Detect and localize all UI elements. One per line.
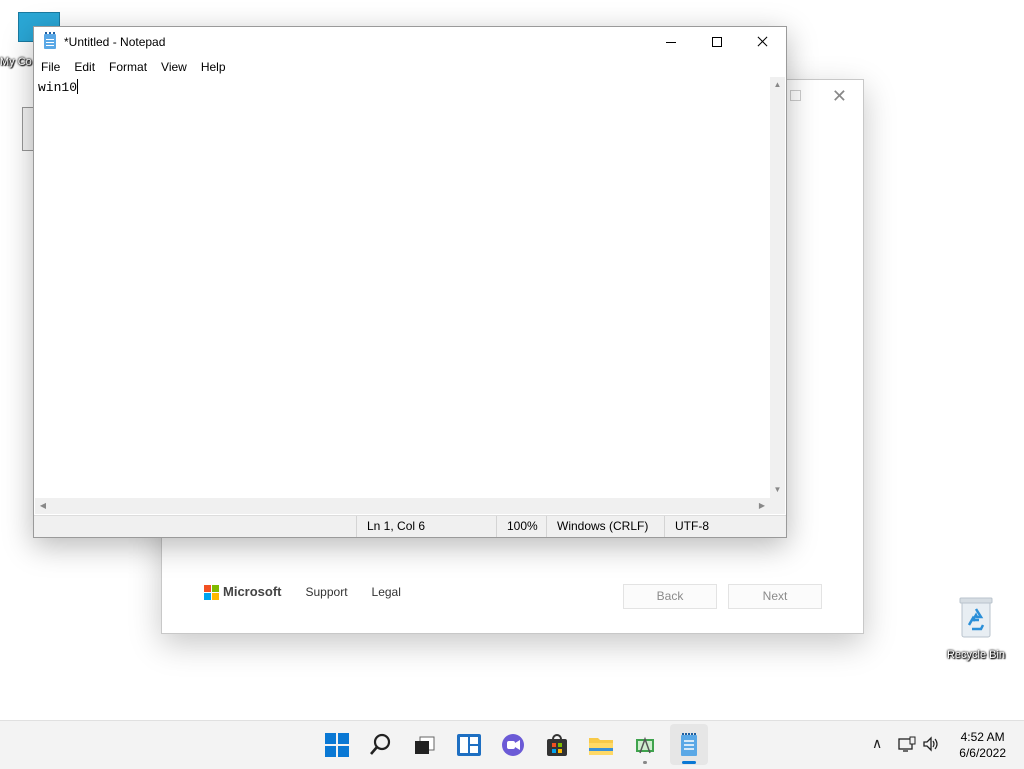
status-bar: Ln 1, Col 6 100% Windows (CRLF) UTF-8	[34, 515, 786, 537]
chevron-up-icon[interactable]: ∧	[872, 735, 882, 752]
next-button[interactable]: Next	[728, 584, 822, 609]
text-editor[interactable]: win10	[35, 77, 770, 498]
file-explorer-icon[interactable]	[587, 731, 615, 759]
store-icon[interactable]	[543, 731, 571, 759]
minimize-button[interactable]	[648, 27, 694, 57]
scroll-up-icon[interactable]: ▲	[770, 77, 785, 93]
maximize-button[interactable]	[694, 27, 740, 57]
horizontal-scrollbar[interactable]: ◀ ▶	[35, 498, 770, 514]
maximize-icon[interactable]	[790, 90, 801, 101]
notepad-icon	[44, 32, 56, 49]
window-title: *Untitled - Notepad	[64, 35, 166, 49]
legal-link[interactable]: Legal	[372, 585, 401, 599]
menu-view[interactable]: View	[154, 57, 194, 77]
app-running-dot	[643, 761, 647, 764]
volume-icon[interactable]	[922, 736, 940, 752]
recycle-bin-icon	[959, 597, 993, 638]
scroll-left-icon[interactable]: ◀	[35, 498, 51, 514]
close-button[interactable]	[740, 27, 786, 57]
start-icon[interactable]	[323, 731, 351, 759]
editor-text: win10	[38, 80, 78, 95]
task-view-icon[interactable]	[411, 731, 439, 759]
status-zoom: 100%	[496, 516, 546, 537]
active-app-indicator	[682, 761, 696, 764]
network-icon[interactable]	[898, 736, 916, 752]
setup-footer: Microsoft Support Legal	[204, 584, 401, 600]
widgets-icon[interactable]	[455, 731, 483, 759]
menu-help[interactable]: Help	[194, 57, 233, 77]
scroll-down-icon[interactable]: ▼	[770, 482, 785, 498]
status-line-ending: Windows (CRLF)	[546, 516, 664, 537]
taskbar: ∧ 4:52 AM 6/6/2022	[0, 720, 1024, 769]
clock-time: 4:52 AM	[960, 730, 1005, 744]
menu-format[interactable]: Format	[102, 57, 154, 77]
scroll-corner	[770, 498, 785, 514]
title-bar[interactable]: *Untitled - Notepad	[34, 27, 786, 57]
chat-icon[interactable]	[499, 731, 527, 759]
scroll-right-icon[interactable]: ▶	[754, 498, 770, 514]
microsoft-wordmark: Microsoft	[223, 584, 282, 599]
menu-bar: File Edit Format View Help	[34, 57, 786, 77]
vertical-scrollbar[interactable]: ▲ ▼	[770, 77, 785, 498]
support-link[interactable]: Support	[306, 585, 348, 599]
text-caret	[77, 79, 79, 94]
notepad-window: *Untitled - Notepad File Edit Format Vie…	[33, 26, 787, 538]
system-clock[interactable]: 4:52 AM 6/6/2022	[959, 729, 1006, 761]
clock-date: 6/6/2022	[959, 746, 1006, 760]
notepad-taskbar-icon[interactable]	[675, 731, 703, 759]
menu-file[interactable]: File	[34, 57, 67, 77]
back-button[interactable]: Back	[623, 584, 717, 609]
desktop-icon-label: Recycle Bin	[946, 649, 1006, 661]
menu-edit[interactable]: Edit	[67, 57, 102, 77]
status-position: Ln 1, Col 6	[356, 516, 496, 537]
search-icon[interactable]	[367, 731, 395, 759]
microsoft-logo-icon	[204, 584, 219, 600]
desktop-icon-recycle-bin[interactable]: Recycle Bin	[940, 595, 1012, 661]
microsoft-logo: Microsoft	[204, 584, 282, 600]
network-app-icon[interactable]	[631, 731, 659, 759]
status-encoding: UTF-8	[664, 516, 768, 537]
close-icon[interactable]: ✕	[832, 86, 847, 107]
